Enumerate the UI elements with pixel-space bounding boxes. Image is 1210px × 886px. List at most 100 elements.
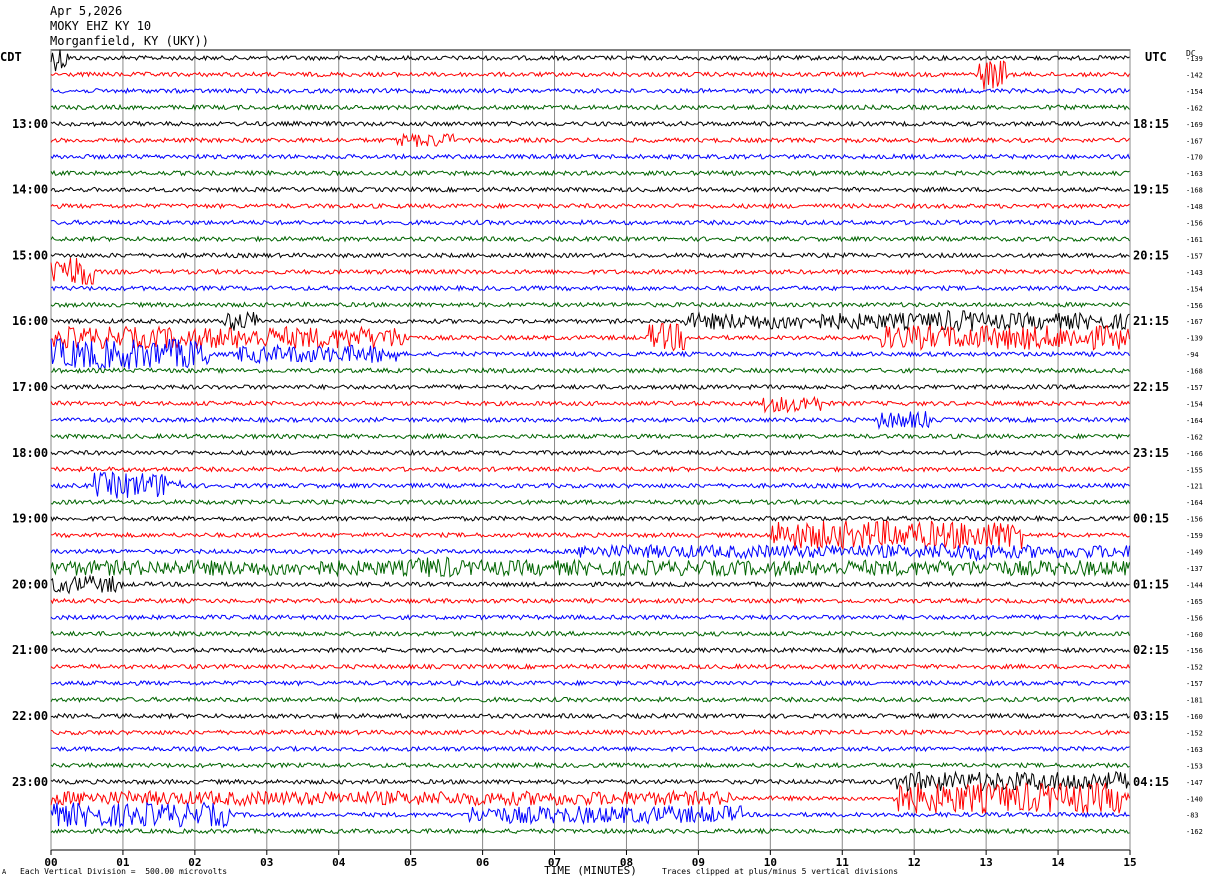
dc-offset-label: -170 bbox=[1186, 154, 1203, 162]
x-tick-label: 06 bbox=[476, 856, 490, 869]
trace-row-22 bbox=[50, 410, 1130, 430]
vertical-division-note: Each Vertical Division = 500.00 microvol… bbox=[20, 867, 228, 876]
x-tick-label: 04 bbox=[332, 856, 346, 869]
x-tick-label: 12 bbox=[908, 856, 921, 869]
dc-offset-label: -157 bbox=[1186, 252, 1203, 260]
trace-row-19 bbox=[50, 367, 1130, 375]
trace-row-33 bbox=[50, 597, 1130, 605]
left-hour-label: 13:00 bbox=[12, 117, 48, 131]
left-timezone-label: CDT bbox=[0, 50, 22, 64]
dc-offset-label: -161 bbox=[1186, 236, 1203, 244]
left-hour-label: 17:00 bbox=[12, 380, 48, 394]
trace-row-6 bbox=[50, 153, 1130, 161]
right-hour-label: 22:15 bbox=[1133, 380, 1169, 394]
dc-offset-label: -163 bbox=[1186, 170, 1203, 178]
trace-row-4 bbox=[50, 120, 1130, 128]
right-hour-label: 23:15 bbox=[1133, 446, 1169, 460]
x-tick-label: 03 bbox=[260, 856, 273, 869]
dc-offset-label: -156 bbox=[1186, 614, 1203, 622]
helicorder-plot: 00 01 02 03 04 05 06 07 08 09 10 11 12 13 14 15TIME (MI… bbox=[12, 49, 1203, 877]
trace-row-21 bbox=[50, 395, 1130, 414]
trace-row-28 bbox=[50, 514, 1130, 523]
dc-offset-label: -157 bbox=[1186, 384, 1203, 392]
plot-frame bbox=[50, 49, 1131, 851]
x-tick-label: 13 bbox=[980, 856, 993, 869]
dc-offset-label: -157 bbox=[1186, 680, 1203, 688]
trace-row-5 bbox=[50, 132, 1130, 148]
trace-row-43 bbox=[50, 761, 1130, 770]
trace-row-20 bbox=[50, 383, 1130, 391]
dc-offset-label: -121 bbox=[1186, 483, 1203, 491]
right-hour-label: 01:15 bbox=[1133, 577, 1169, 591]
dc-offset-label: -155 bbox=[1186, 466, 1203, 474]
trace-row-9 bbox=[50, 202, 1130, 210]
trace-row-32 bbox=[50, 574, 1130, 595]
trace-row-26 bbox=[50, 471, 1130, 499]
left-hour-label: 21:00 bbox=[12, 643, 48, 657]
trace-row-30 bbox=[50, 542, 1130, 562]
dc-offset-label: -164 bbox=[1186, 499, 1203, 507]
dc-offset-label: -154 bbox=[1186, 400, 1203, 408]
trace-row-38 bbox=[51, 679, 1130, 687]
dc-offset-label: -156 bbox=[1186, 220, 1203, 228]
dc-offset-label: -140 bbox=[1186, 795, 1203, 803]
trace-row-37 bbox=[50, 663, 1130, 671]
x-axis-title: TIME (MINUTES) bbox=[544, 864, 637, 877]
dc-offset-label: -137 bbox=[1186, 565, 1203, 573]
trace-row-10 bbox=[50, 218, 1130, 226]
dc-offset-label: -154 bbox=[1186, 285, 1203, 293]
right-hour-label: 04:15 bbox=[1133, 775, 1169, 789]
trace-row-17 bbox=[50, 322, 1130, 352]
dc-offset-label: -160 bbox=[1186, 631, 1203, 639]
left-hour-label: 19:00 bbox=[12, 512, 48, 526]
trace-row-24 bbox=[50, 449, 1130, 457]
trace-row-7 bbox=[50, 169, 1130, 177]
dc-offset-label: -162 bbox=[1186, 828, 1203, 836]
trace-row-2 bbox=[50, 87, 1130, 95]
dc-offset-label: -142 bbox=[1186, 71, 1203, 79]
dc-offset-label: -159 bbox=[1186, 532, 1203, 540]
dc-offset-label: -162 bbox=[1186, 433, 1203, 441]
trace-row-14 bbox=[50, 284, 1130, 293]
plot-date: Apr 5,2026 bbox=[50, 4, 123, 18]
trace-row-13 bbox=[50, 257, 1130, 285]
right-hour-label: 00:15 bbox=[1133, 512, 1169, 526]
clip-note: Traces clipped at plus/minus 5 vertical … bbox=[662, 867, 899, 876]
trace-row-42 bbox=[51, 745, 1130, 753]
trace-row-23 bbox=[50, 432, 1130, 440]
dc-offset-label: -165 bbox=[1186, 598, 1203, 606]
dc-offset-label: -152 bbox=[1186, 664, 1203, 672]
left-hour-label: 16:00 bbox=[12, 314, 48, 328]
trace-row-16 bbox=[50, 309, 1130, 333]
dc-offset-label: -94 bbox=[1186, 351, 1199, 359]
trace-row-47 bbox=[50, 827, 1130, 835]
trace-row-31 bbox=[50, 556, 1130, 578]
right-hour-label: 20:15 bbox=[1133, 248, 1169, 262]
dc-offset-label: -168 bbox=[1186, 187, 1203, 195]
dc-offset-label: -83 bbox=[1186, 812, 1199, 820]
dc-offset-label: -162 bbox=[1186, 104, 1203, 112]
left-hour-label: 14:00 bbox=[12, 183, 48, 197]
trace-row-46 bbox=[50, 801, 1130, 829]
left-hour-label: 22:00 bbox=[12, 709, 48, 723]
trace-row-11 bbox=[50, 235, 1130, 243]
corner-mark: A bbox=[2, 868, 7, 876]
right-hour-label: 02:15 bbox=[1133, 643, 1169, 657]
dc-offset-label: -167 bbox=[1186, 318, 1203, 326]
dc-offset-label: -152 bbox=[1186, 729, 1203, 737]
right-hour-label: 03:15 bbox=[1133, 709, 1169, 723]
x-tick-label: 05 bbox=[404, 856, 417, 869]
dc-offset-label: -149 bbox=[1186, 549, 1203, 557]
dc-offset-label: -163 bbox=[1186, 746, 1203, 754]
trace-row-0 bbox=[50, 49, 1130, 72]
left-hour-label: 15:00 bbox=[12, 248, 48, 262]
trace-row-40 bbox=[50, 712, 1130, 720]
trace-row-15 bbox=[50, 301, 1130, 309]
dc-offset-label: -148 bbox=[1186, 203, 1203, 211]
left-hour-label: 23:00 bbox=[12, 775, 48, 789]
dc-offset-label: -160 bbox=[1186, 713, 1203, 721]
trace-row-41 bbox=[50, 728, 1130, 736]
left-hour-label: 18:00 bbox=[12, 446, 48, 460]
trace-row-34 bbox=[50, 613, 1130, 621]
station-code: MOKY EHZ KY 10 bbox=[50, 19, 152, 33]
